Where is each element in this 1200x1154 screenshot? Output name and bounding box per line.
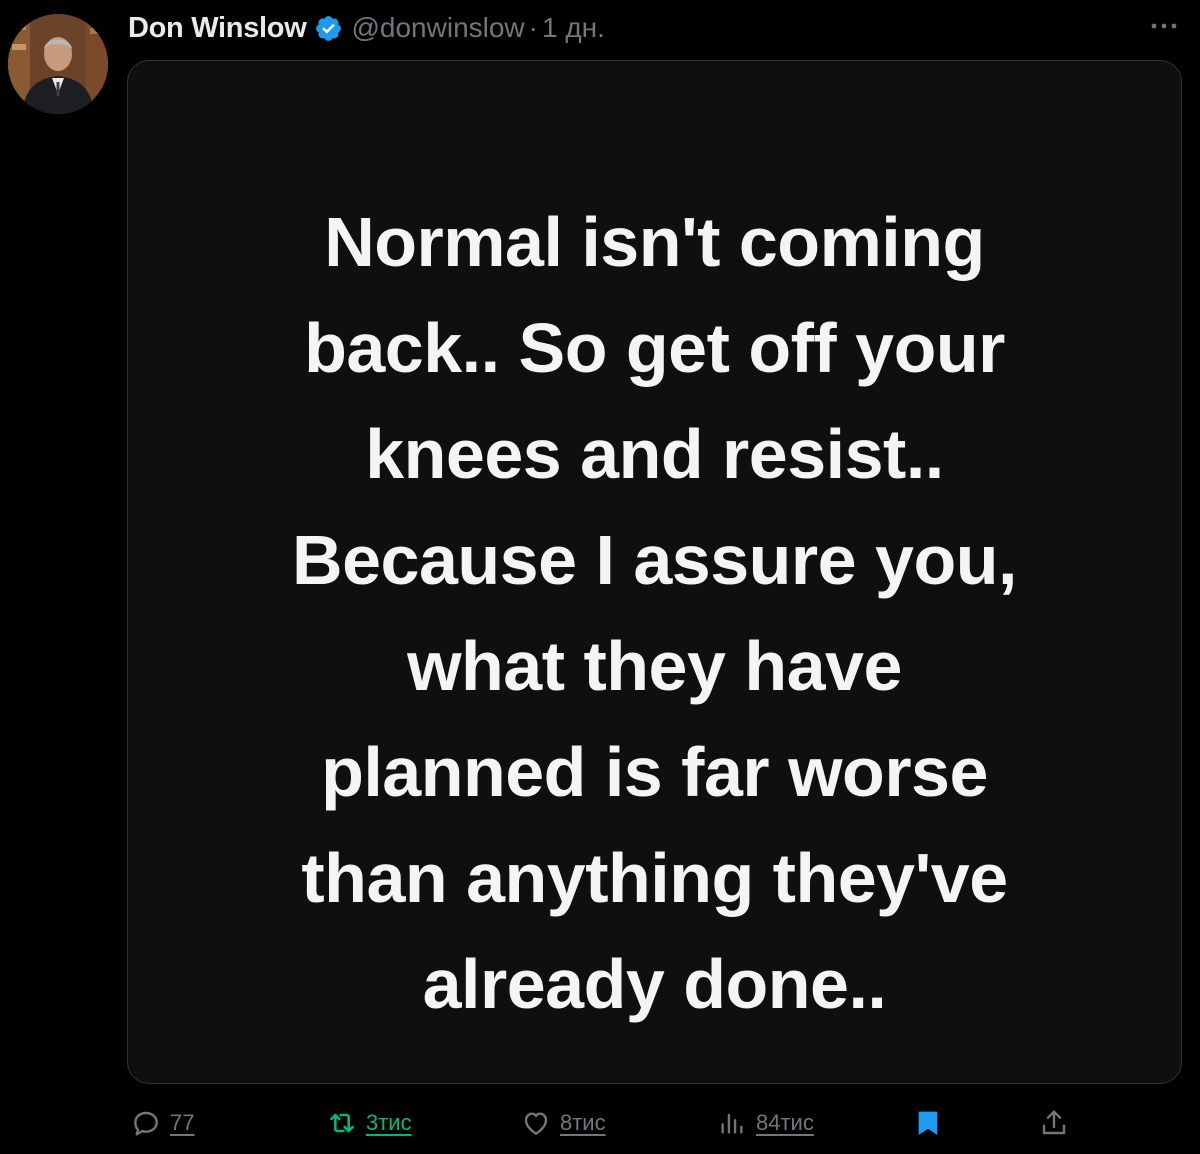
- like-count: 8тис: [560, 1110, 606, 1135]
- media-text-line: what they have: [407, 627, 902, 705]
- heart-icon: [520, 1107, 552, 1139]
- bar-chart-icon: [716, 1107, 748, 1139]
- tweet-media-image[interactable]: Normal isn't coming back.. So get off yo…: [127, 60, 1182, 1084]
- repost-button[interactable]: 3тис: [326, 1100, 412, 1146]
- media-text-line: knees and resist..: [365, 415, 944, 493]
- repost-count: 3тис: [366, 1110, 412, 1135]
- media-text-line: back.. So get off your: [304, 309, 1005, 387]
- avatar-image: [8, 14, 108, 114]
- verified-badge-icon: [314, 14, 343, 43]
- reply-count: 77: [170, 1110, 195, 1135]
- reply-button[interactable]: 77: [130, 1100, 194, 1146]
- media-text-line: planned is far worse: [321, 733, 988, 811]
- display-name[interactable]: Don Winslow: [128, 12, 307, 45]
- tweet-action-bar: 77 3тис 8тис 84тис: [128, 1100, 1180, 1146]
- bookmark-button[interactable]: [912, 1100, 944, 1146]
- media-text-line: Because I assure you,: [292, 521, 1017, 599]
- tweet-timestamp[interactable]: 1 дн.: [542, 12, 605, 44]
- media-text-block: Normal isn't coming back.. So get off yo…: [128, 189, 1181, 1037]
- speech-bubble-icon: [130, 1107, 162, 1139]
- share-icon: [1038, 1107, 1070, 1139]
- like-button[interactable]: 8тис: [520, 1100, 606, 1146]
- tweet-header: Don Winslow @donwinslow · 1 дн.: [128, 8, 605, 48]
- bookmark-icon: [912, 1107, 944, 1139]
- media-text-line: than anything they've: [301, 839, 1008, 917]
- media-text-line: Normal isn't coming: [324, 203, 985, 281]
- views-count: 84тис: [756, 1110, 814, 1135]
- avatar[interactable]: [8, 14, 108, 114]
- repost-arrows-icon: [326, 1107, 358, 1139]
- more-dots-icon[interactable]: [1148, 14, 1180, 38]
- author-handle[interactable]: @donwinslow: [351, 12, 524, 44]
- media-text-line: already done..: [422, 945, 887, 1023]
- share-button[interactable]: [1038, 1100, 1070, 1146]
- header-separator: ·: [528, 12, 538, 43]
- views-button[interactable]: 84тис: [716, 1100, 814, 1146]
